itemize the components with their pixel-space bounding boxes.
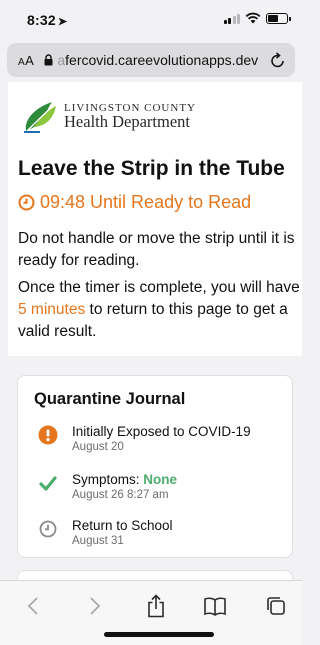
journal-item-date: August 31	[72, 535, 124, 547]
journal-item-return: Return to School August 31	[38, 517, 173, 548]
address-bar[interactable]: AA afercovid.careevolutionapps.dev	[7, 43, 295, 77]
journal-item-date: August 26 8:27 am	[72, 489, 169, 501]
return-window-duration: 5 minutes	[18, 301, 86, 318]
return-window-text: Once the timer is complete, you will hav…	[18, 279, 300, 340]
instruction-text: Do not handle or move the strip until it…	[18, 230, 295, 269]
alert-icon	[38, 425, 58, 445]
logo-department-name: Health Department	[64, 112, 190, 131]
journal-item-title: Return to School	[72, 518, 173, 533]
share-button[interactable]	[143, 593, 169, 619]
reader-text-size-button[interactable]: AA	[18, 53, 34, 68]
status-time: 8:32 ➤	[27, 12, 67, 28]
page-title: Leave the Strip in the Tube	[18, 157, 285, 180]
clock-icon	[38, 519, 58, 539]
quarantine-journal-card: Quarantine Journal Initially Exposed to …	[17, 375, 293, 558]
journal-item-exposure: Initially Exposed to COVID-19 August 20	[38, 423, 251, 454]
forward-icon	[90, 597, 101, 615]
journal-item-title: Initially Exposed to COVID-19	[72, 424, 251, 439]
back-button[interactable]	[20, 593, 46, 619]
lock-icon	[44, 54, 53, 66]
reload-icon[interactable]	[270, 51, 286, 69]
clock-time: 8:32	[27, 12, 56, 28]
battery-icon	[266, 12, 291, 24]
bookmarks-button[interactable]	[202, 593, 228, 619]
leaf-logo-icon	[24, 102, 56, 133]
health-department-logo: LIVINGSTON COUNTY Health Department	[22, 98, 196, 134]
status-icons	[223, 12, 291, 24]
signal-icon	[223, 13, 240, 24]
check-icon	[38, 473, 58, 493]
forward-button[interactable]	[82, 593, 108, 619]
bookmarks-icon	[204, 597, 226, 616]
timer-text: 09:48 Until Ready to Read	[40, 192, 252, 212]
home-indicator[interactable]	[104, 632, 214, 637]
countdown-timer: 09:48 Until Ready to Read	[18, 192, 251, 213]
tabs-icon	[267, 597, 285, 615]
url-text[interactable]: afercovid.careevolutionapps.dev	[57, 52, 265, 68]
wifi-icon	[245, 12, 261, 24]
tabs-button[interactable]	[263, 593, 289, 619]
test-timer-card: LIVINGSTON COUNTY Health Department Leav…	[8, 82, 302, 356]
location-arrow-icon: ➤	[57, 16, 68, 28]
journal-item-symptoms: Symptoms: None August 26 8:27 am	[38, 471, 177, 502]
status-bar: 8:32 ➤	[0, 0, 302, 40]
symptoms-value: None	[143, 472, 178, 487]
journal-item-title: Symptoms: None	[72, 472, 178, 487]
back-icon	[27, 597, 38, 615]
journal-title: Quarantine Journal	[34, 390, 186, 408]
share-icon	[148, 594, 164, 618]
journal-item-date: August 20	[72, 441, 124, 453]
clock-icon	[18, 194, 35, 211]
